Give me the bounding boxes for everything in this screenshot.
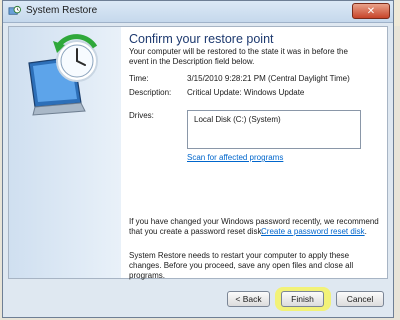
content-panel: Confirm your restore point Your computer…: [8, 26, 388, 280]
password-link-line: Create a password reset disk.: [261, 227, 381, 237]
close-button[interactable]: ✕: [352, 3, 390, 19]
description-value: Critical Update: Windows Update: [187, 88, 305, 97]
system-restore-icon: [8, 5, 21, 15]
page-title: Confirm your restore point: [129, 32, 274, 46]
time-value: 3/15/2010 9:28:21 PM (Central Daylight T…: [187, 74, 350, 83]
drives-list[interactable]: Local Disk (C:) (System): [187, 110, 361, 149]
drives-label: Drives:: [129, 111, 154, 120]
system-restore-window: System Restore ✕ Confirm your restore po…: [2, 0, 394, 318]
time-label: Time:: [129, 74, 149, 83]
restart-paragraph: System Restore needs to restart your com…: [129, 251, 354, 280]
scan-affected-programs-link[interactable]: Scan for affected programs: [187, 153, 283, 162]
cancel-button[interactable]: Cancel: [336, 291, 384, 307]
intro-text: Your computer will be restored to the st…: [129, 47, 348, 66]
list-item[interactable]: Local Disk (C:) (System): [194, 115, 281, 124]
title-bar[interactable]: System Restore ✕: [3, 1, 393, 23]
description-label: Description:: [129, 88, 172, 97]
create-password-reset-disk-link[interactable]: Create a password reset disk: [261, 227, 365, 236]
password-link-period: .: [364, 227, 367, 236]
restore-clock-monitor-icon: [28, 34, 98, 116]
side-panel: [9, 27, 121, 278]
back-button[interactable]: < Back: [227, 291, 270, 307]
window-title: System Restore: [26, 5, 98, 16]
finish-button[interactable]: Finish: [281, 291, 324, 307]
